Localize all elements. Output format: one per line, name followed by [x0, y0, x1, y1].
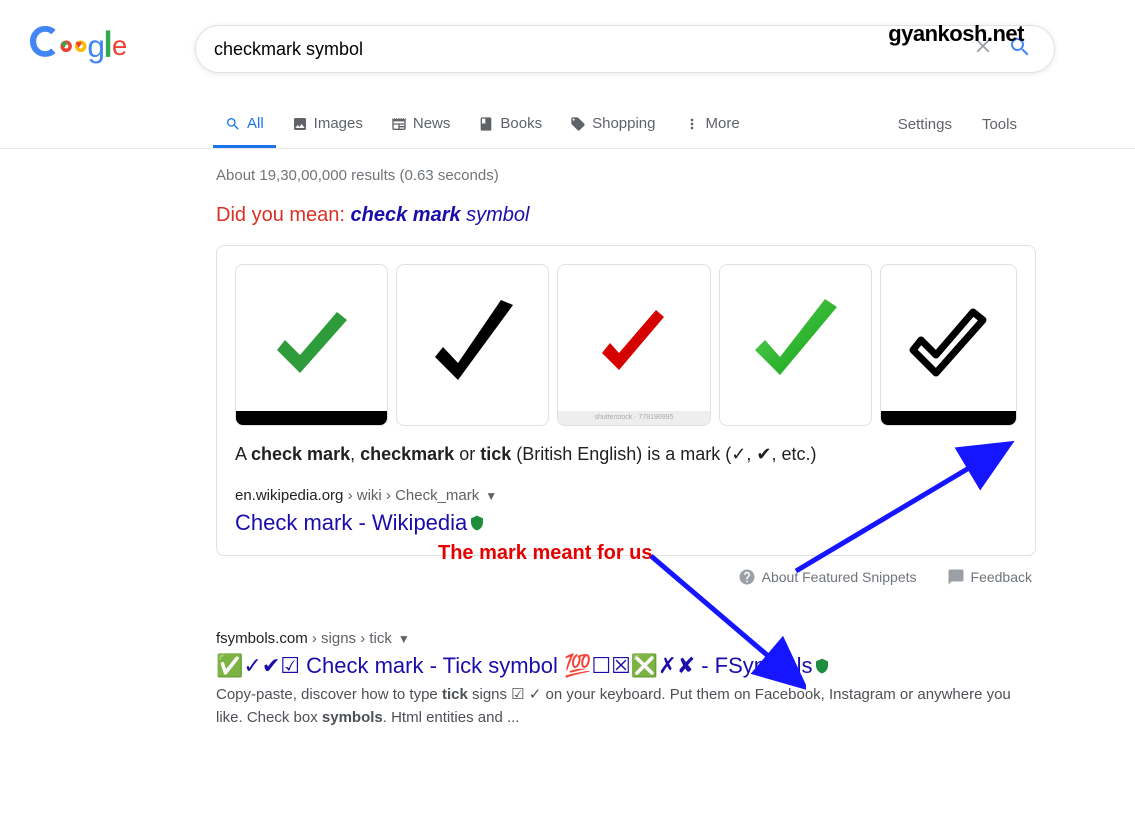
tab-more-label: More: [706, 115, 740, 132]
dym-suggestion-link[interactable]: check mark: [351, 204, 461, 226]
did-you-mean: Did you mean: check mark symbol: [216, 204, 1050, 227]
search-bar[interactable]: gyankosh.net: [195, 25, 1055, 73]
tab-books-label: Books: [500, 115, 542, 132]
svg-text:e: e: [112, 30, 127, 61]
thumb-black-check[interactable]: [396, 264, 549, 426]
tab-images[interactable]: Images: [280, 101, 375, 148]
thumb-outline-check[interactable]: [880, 264, 1017, 426]
google-logo[interactable]: ♥ ♥ ge: [30, 26, 150, 72]
tab-shopping-label: Shopping: [592, 115, 655, 132]
thumb-red-check[interactable]: shutterstock · 778196995: [557, 264, 710, 426]
tab-books[interactable]: Books: [466, 101, 554, 148]
verified-badge-icon: [814, 654, 830, 680]
dym-label: Did you mean:: [216, 204, 351, 226]
tab-news[interactable]: News: [379, 101, 463, 148]
snippet-title-link[interactable]: Check mark - Wikipedia: [235, 510, 485, 535]
tools-link[interactable]: Tools: [982, 116, 1017, 133]
tab-more[interactable]: More: [672, 101, 752, 148]
thumb-green-glossy-check[interactable]: [719, 264, 872, 426]
thumb-green-check[interactable]: [235, 264, 388, 426]
svg-text:g: g: [87, 28, 105, 64]
result-stats: About 19,30,00,000 results (0.63 seconds…: [216, 167, 1050, 184]
tab-all-label: All: [247, 115, 264, 132]
cite-dropdown-icon[interactable]: ▼: [485, 489, 497, 503]
cite-dropdown-icon[interactable]: ▼: [398, 632, 410, 646]
search-input[interactable]: [214, 39, 962, 60]
tab-shopping[interactable]: Shopping: [558, 101, 667, 148]
annotation-arrow-down-icon: [546, 544, 806, 694]
tab-all[interactable]: All: [213, 101, 276, 148]
tab-news-label: News: [413, 115, 451, 132]
verified-badge-icon: [469, 511, 485, 537]
tab-images-label: Images: [314, 115, 363, 132]
dym-suffix: symbol: [461, 204, 530, 226]
watermark-label: gyankosh.net: [888, 21, 1024, 47]
annotation-arrow-up-icon: [776, 431, 1026, 591]
svg-text:♥: ♥: [75, 39, 82, 51]
svg-text:♥: ♥: [61, 39, 68, 51]
settings-link[interactable]: Settings: [898, 116, 952, 133]
